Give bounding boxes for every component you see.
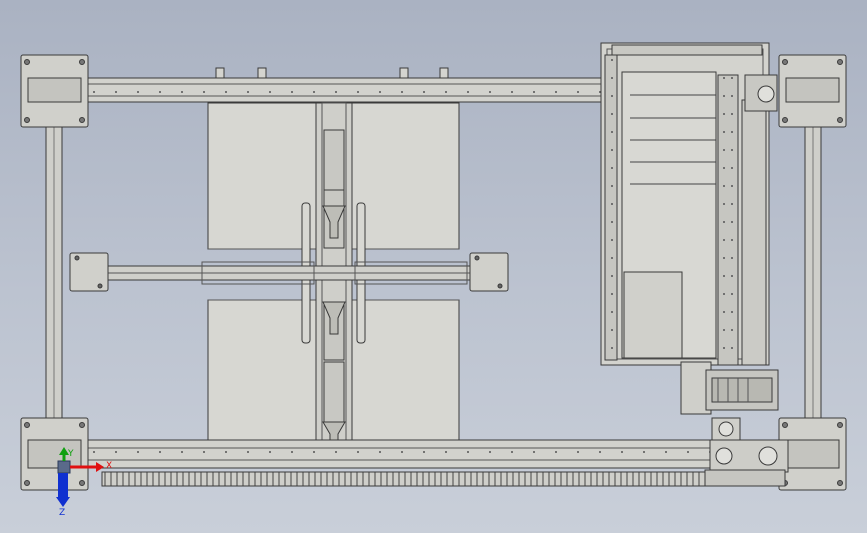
triad-origin-cube	[57, 460, 71, 474]
carriage-rail-right	[741, 99, 767, 366]
work-plate-bottom-left	[207, 299, 317, 441]
carriage-top-rail	[611, 44, 763, 56]
triad-z-label: Z	[59, 508, 65, 518]
work-plate-top-left	[207, 102, 317, 250]
work-plate-bottom-right	[351, 299, 460, 441]
triad-y-label: Y	[67, 449, 74, 459]
rack-pinion-housing	[704, 469, 786, 487]
gear-rack	[101, 471, 783, 487]
triad-z-axis	[58, 473, 68, 497]
triad-x-label: X	[106, 461, 112, 471]
triad-z-arrow	[56, 497, 70, 507]
gantry-carriage	[600, 42, 778, 366]
cad-viewport[interactable]: X Y Z	[0, 0, 867, 533]
work-plate-top-right	[351, 102, 460, 250]
middle-rail	[69, 252, 509, 292]
machine-assembly	[20, 42, 847, 491]
bottom-beam	[29, 439, 783, 487]
carriage-sub-panel	[623, 271, 683, 359]
